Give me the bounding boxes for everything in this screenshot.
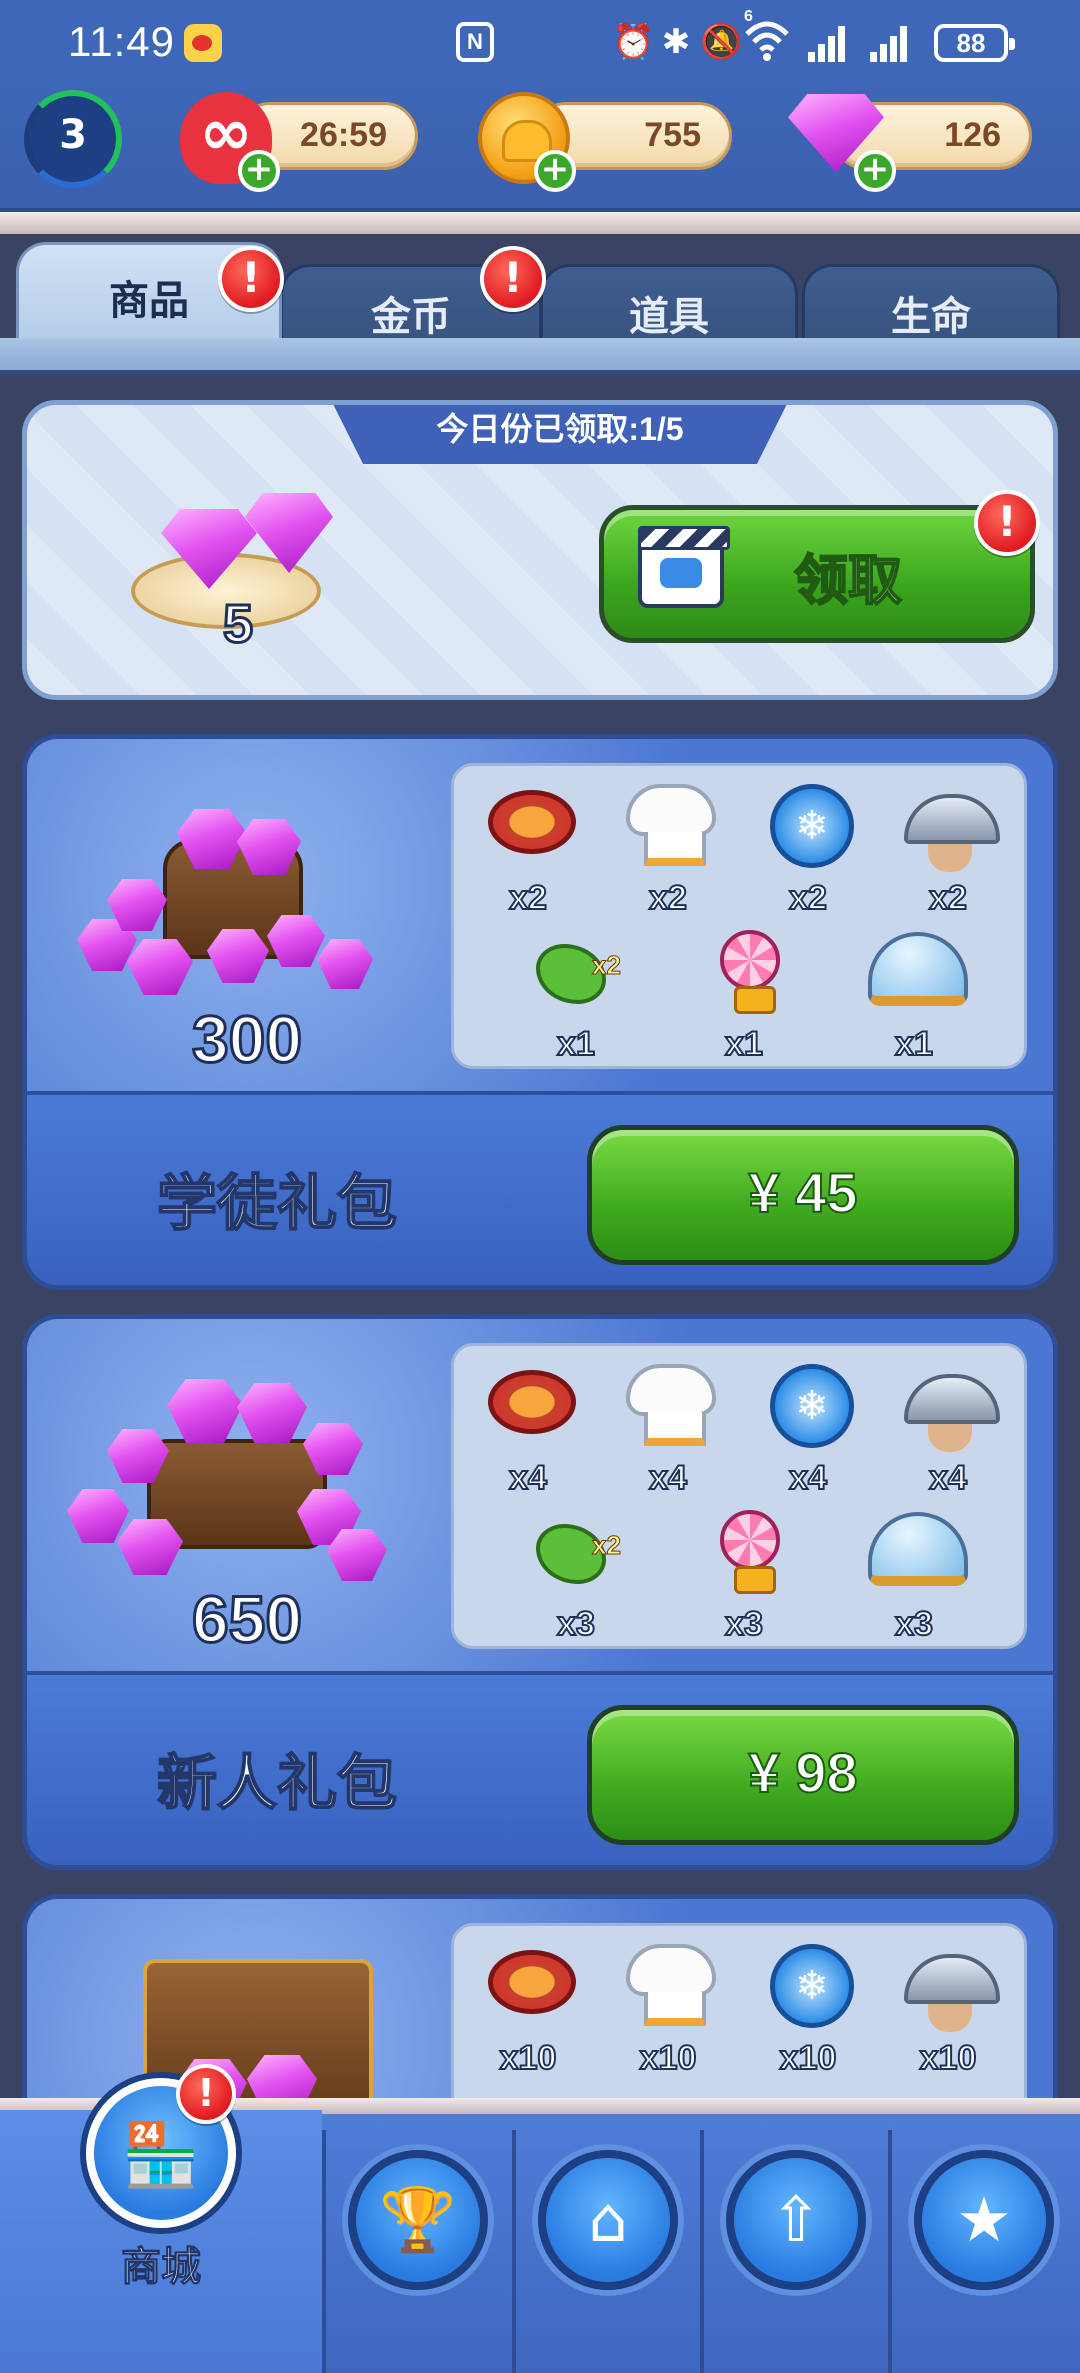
glass-dome-icon: x1	[854, 924, 974, 1064]
mute-icon: 🔕	[700, 23, 743, 61]
bundle-name: 学徒礼包	[156, 1168, 398, 1240]
buy-apprentice-bundle-button[interactable]: ¥ 45	[587, 1125, 1019, 1265]
resource-bar: 3 26:59 + 755 + 126 +	[0, 84, 1080, 234]
glass-dome-icon: x3	[854, 1504, 974, 1644]
pan-icon: x2	[468, 778, 588, 918]
chef-hat-icon: x2	[608, 778, 728, 918]
bundle-card-newcomer: 650 x4 x4 ❄x4 x4 x3 x3 x3 新人礼包 ¥ 98	[22, 1314, 1058, 1870]
chef-hat-icon: x10	[608, 1938, 728, 2078]
daily-gem-quantity: 5	[221, 593, 254, 656]
status-bar: 11:49 N ⏰ ✱ 🔕 6 88	[0, 0, 1080, 84]
nfc-icon: N	[456, 22, 494, 62]
level-badge[interactable]: 3	[24, 90, 122, 188]
bundle-name: 新人礼包	[156, 1748, 398, 1820]
lollipop-icon: x1	[684, 924, 804, 1064]
home-icon[interactable]: ⌂	[538, 2150, 678, 2290]
add-coins-button[interactable]: +	[534, 150, 576, 192]
gem-purse-image	[67, 799, 387, 999]
claim-video-reward-button[interactable]: 领取	[599, 505, 1035, 643]
chef-upgrade-icon[interactable]: ⇧	[726, 2150, 866, 2290]
claim-label: 领取	[793, 548, 903, 613]
bundle-items-panel: x2 x2 ❄x2 x2 x1 x1 x1	[451, 763, 1027, 1069]
weibo-notification-icon	[184, 24, 222, 62]
claim-alert-icon: !	[974, 490, 1040, 556]
signal-icon-2	[870, 22, 914, 62]
cards-icon[interactable]: ★	[914, 2150, 1054, 2290]
pan-icon: x10	[468, 1938, 588, 2078]
daily-free-offer-card: 今日份已领取:1/5 5 领取	[22, 400, 1058, 700]
buy-newcomer-bundle-button[interactable]: ¥ 98	[587, 1705, 1019, 1845]
status-time: 11:49	[68, 18, 175, 65]
wifi-icon: 6	[744, 8, 790, 62]
double-coin-icon: x3	[516, 1504, 636, 1644]
bottom-navigation: 🏪 ! 商城 🏆 ⌂ ⇧ ★	[0, 2064, 1080, 2373]
bundle-gem-amount: 300	[190, 1001, 303, 1078]
double-coin-icon: x1	[516, 924, 636, 1064]
daily-claim-progress: 今日份已领取:1/5	[331, 405, 789, 464]
signal-icon-1	[808, 22, 852, 62]
video-ad-icon	[638, 526, 730, 608]
shop-alert-icon: !	[176, 2064, 236, 2124]
coins-tab-alert-icon: !	[480, 246, 546, 312]
shop-label: 商城	[121, 2244, 202, 2291]
bundle-gem-amount: 650	[190, 1581, 303, 1658]
chef-hat-icon: x4	[608, 1358, 728, 1498]
lives-timer: 26:59	[300, 116, 387, 154]
add-lives-button[interactable]: +	[238, 150, 280, 192]
freeze-clock-icon: ❄ x10	[748, 1938, 868, 2078]
gems-amount: 126	[944, 116, 1001, 154]
bundle-card-apprentice: 300 x2 x2 ❄x2 x2 x1 x1 x1 学徒礼包 ¥ 45	[22, 734, 1058, 1290]
lollipop-icon: x3	[684, 1504, 804, 1644]
level-number: 3	[59, 112, 87, 158]
cloche-icon: x2	[888, 778, 1008, 918]
freeze-clock-icon: ❄ x4	[748, 1358, 868, 1498]
gem-chest-image	[67, 1379, 387, 1581]
tab-underline	[0, 338, 1080, 374]
goods-tab-alert-icon: !	[218, 246, 284, 312]
coins-amount: 755	[644, 116, 701, 154]
freeze-clock-icon: ❄ x2	[748, 778, 868, 918]
pan-icon: x4	[468, 1358, 588, 1498]
alarm-icon: ⏰	[612, 23, 655, 61]
leaderboard-icon[interactable]: 🏆	[348, 2150, 488, 2290]
bundle-items-panel: x4 x4 ❄x4 x4 x3 x3 x3	[451, 1343, 1027, 1649]
add-gems-button[interactable]: +	[854, 150, 896, 192]
cloche-icon: x10	[888, 1938, 1008, 2078]
battery-icon: 88	[934, 24, 1015, 62]
cloche-icon: x4	[888, 1358, 1008, 1498]
bluetooth-icon: ✱	[661, 23, 691, 61]
